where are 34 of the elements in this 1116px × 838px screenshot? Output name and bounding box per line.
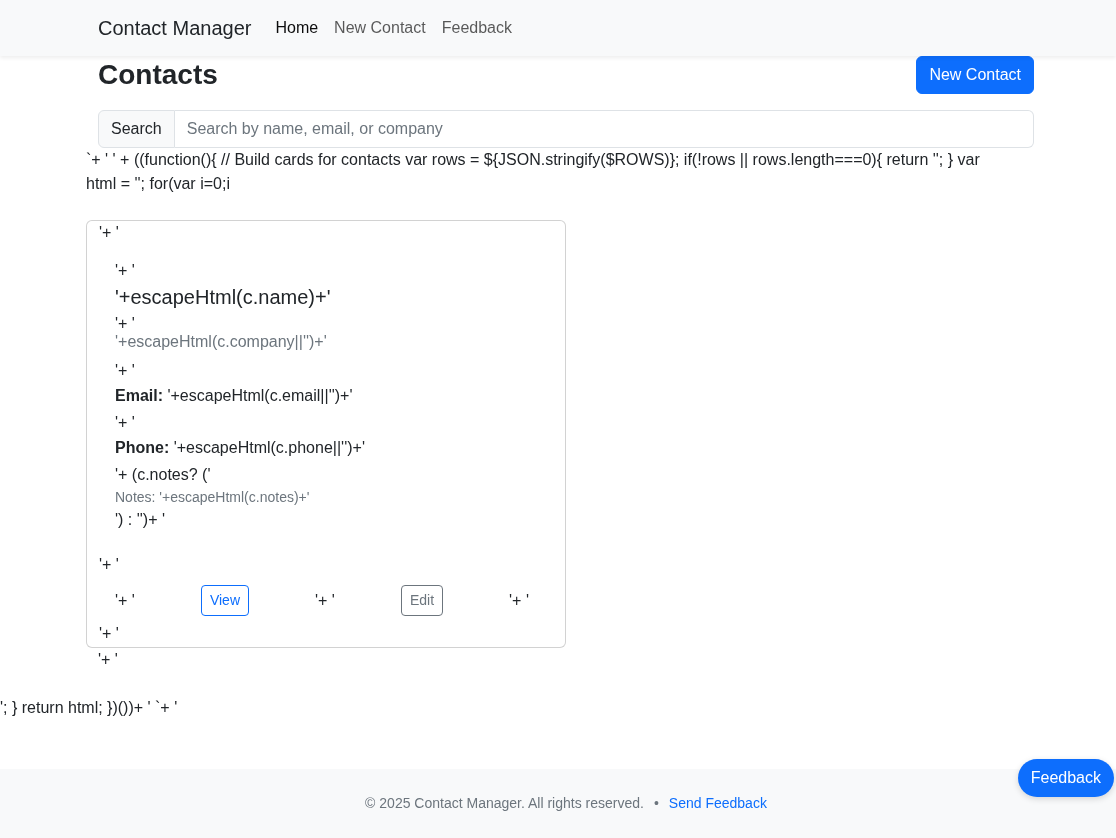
card-title: '+escapeHtml(c.name)+' [115, 285, 331, 309]
send-feedback-link[interactable]: Send Feedback [668, 795, 767, 811]
code-text: '+ ' [115, 361, 135, 381]
code-text: '+ ' [115, 261, 135, 281]
field-text: Phone: '+escapeHtml(c.phone||'')+' [115, 438, 365, 458]
edit-button[interactable]: Edit [400, 585, 444, 616]
code-text: '+ ' [115, 590, 135, 611]
code-text: '+ ' [315, 590, 335, 611]
code-text: '+ ' [98, 650, 118, 670]
code-text: '+ ' [509, 590, 529, 611]
new-contact-button[interactable]: New Contact [916, 56, 1034, 94]
code-text: '+ ' [115, 315, 135, 333]
separator-text: • [653, 795, 659, 811]
search-label: Search [98, 110, 175, 148]
code-text: ') : '')+ ' [115, 510, 165, 530]
code-text: `+ ' ' + ((function(){ // Build cards for contacts var rows = ${JSON.stringify($ROWS)}; if(!rows || rows.length===0){ return ''; } var html = ''; for(var i=0;i [86, 150, 981, 194]
view-button[interactable]: View [200, 585, 249, 616]
code-text: '+ ' [115, 413, 135, 433]
page-title: Contacts [98, 58, 218, 92]
code-text: '+ (c.notes? (' [115, 465, 211, 485]
card-subtitle: '+escapeHtml(c.company||'')+' [115, 333, 327, 351]
code-text: '+ ' [99, 624, 119, 644]
nav-link[interactable]: Home [267, 8, 327, 48]
nav-link[interactable]: New Contact [326, 8, 434, 48]
field-text: Email: '+escapeHtml(c.email||'')+' [115, 386, 353, 406]
copyright-text: © 2025 Contact Manager. All rights reserved. [365, 795, 644, 811]
brand-link[interactable]: Contact Manager [98, 13, 252, 43]
feedback-button[interactable]: Feedback [1017, 759, 1114, 797]
search-field[interactable]: Search by name, email, or company [174, 110, 1034, 148]
note-text: Notes: '+escapeHtml(c.notes)+' [115, 488, 310, 506]
code-text: '; } return html; })())+ ' `+ ' [0, 698, 178, 718]
code-text: '+ ' [99, 223, 119, 243]
code-text: '+ ' [99, 555, 119, 575]
nav-link[interactable]: Feedback [433, 8, 520, 48]
